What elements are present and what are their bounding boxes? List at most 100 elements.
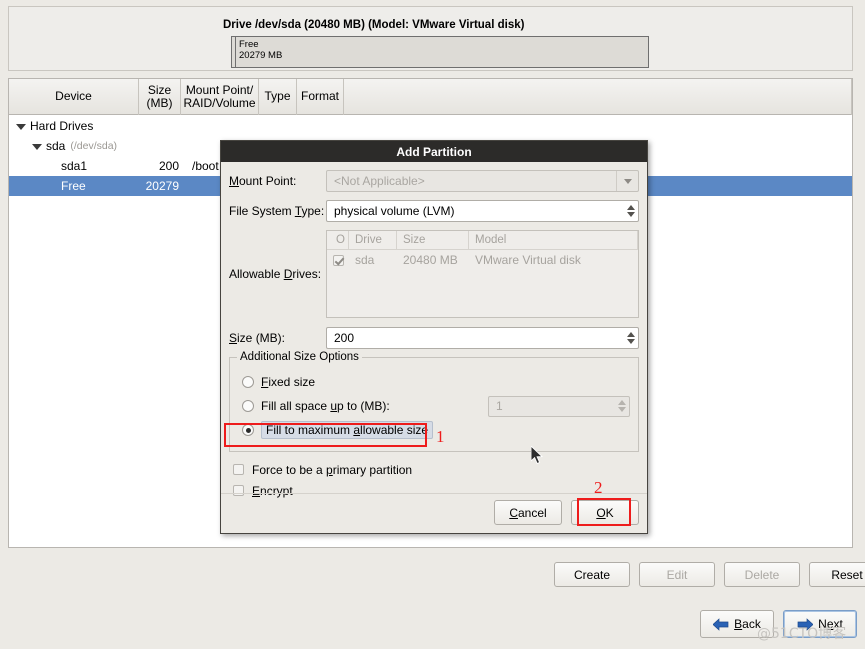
radio-fill-up-to-label: Fill all space up to (MB): — [261, 399, 390, 413]
chevron-down-icon[interactable] — [616, 171, 638, 191]
drives-column-drive[interactable]: Drive — [349, 231, 397, 249]
drives-column-check[interactable]: O — [327, 231, 349, 249]
checkbox-icon[interactable] — [233, 485, 244, 496]
primary-partition-row[interactable]: Force to be a primary partition — [233, 459, 639, 480]
additional-size-options-title: Additional Size Options — [237, 351, 362, 363]
column-header-mount-line2: RAID/Volume — [183, 96, 255, 110]
dialog-title-bar: Add Partition — [221, 141, 647, 162]
drive-partition-bar[interactable]: Free20279 MB — [231, 36, 649, 68]
allowable-drives-row: Allowable Drives: O Drive Size Model sda… — [229, 230, 639, 318]
ok-button[interactable]: OK — [571, 500, 639, 525]
size-label: Size (MB): — [229, 331, 326, 345]
dialog-body: Mount Point: <Not Applicable> File Syste… — [221, 162, 647, 501]
expand-twisty-icon[interactable] — [31, 140, 43, 152]
drives-column-size[interactable]: Size — [397, 231, 469, 249]
cancel-button-label: Cancel — [509, 506, 546, 520]
partition-segment-free[interactable]: Free20279 MB — [239, 39, 282, 61]
column-header-size-line2: (MB) — [147, 96, 173, 110]
create-button[interactable]: Create — [554, 562, 630, 587]
drive-graphic-panel: Drive /dev/sda (20480 MB) (Model: VMware… — [8, 6, 853, 71]
tree-label-hard-drives: Hard Drives — [30, 119, 93, 133]
column-header-filler — [344, 79, 852, 115]
drives-column-model[interactable]: Model — [469, 231, 638, 249]
tree-label-sda1: sda1 — [61, 159, 87, 173]
additional-size-options-group: Additional Size Options Fixed size Fill … — [229, 357, 639, 452]
tree-size-free: 20279 — [139, 179, 187, 193]
encrypt-row[interactable]: Encrypt — [233, 480, 639, 501]
device-table-header: Device Size (MB) Mount Point/ RAID/Volum… — [9, 79, 852, 115]
annotation-number-1: 1 — [436, 427, 445, 447]
radio-row-fixed-size[interactable]: Fixed size — [238, 371, 630, 393]
fs-type-value: physical volume (LVM) — [334, 204, 454, 218]
free-label: Free — [239, 39, 259, 50]
fs-type-combo[interactable]: physical volume (LVM) — [326, 200, 639, 222]
size-row: Size (MB): 200 — [229, 327, 639, 349]
delete-button-label: Delete — [745, 568, 780, 582]
radio-row-fill-up-to[interactable]: Fill all space up to (MB): 1 — [238, 395, 630, 417]
drives-list-header: O Drive Size Model — [327, 231, 638, 250]
ok-button-label: OK — [596, 506, 613, 520]
drive-row-model: VMware Virtual disk — [469, 253, 638, 267]
allowable-drives-list[interactable]: O Drive Size Model sda 20480 MB VMware V… — [326, 230, 639, 318]
mount-point-combo[interactable]: <Not Applicable> — [326, 170, 639, 192]
delete-button[interactable]: Delete — [724, 562, 800, 587]
reset-button-label: Reset — [831, 568, 862, 582]
radio-fixed-size-icon[interactable] — [242, 376, 254, 388]
tree-label-sda: sda — [46, 139, 65, 153]
drive-row-size: 20480 MB — [397, 253, 469, 267]
checkbox-icon[interactable] — [233, 464, 244, 475]
updown-arrows-icon[interactable] — [627, 328, 635, 348]
allowable-drives-label: Allowable Drives: — [229, 267, 326, 281]
updown-arrows-icon[interactable] — [618, 397, 626, 416]
dialog-button-row: Cancel OK — [494, 500, 639, 525]
mount-point-row: Mount Point: <Not Applicable> — [229, 170, 639, 192]
expand-twisty-icon[interactable] — [15, 120, 27, 132]
reset-button[interactable]: Reset — [809, 562, 865, 587]
fill-up-to-spinner[interactable]: 1 — [488, 396, 630, 417]
edit-button-label: Edit — [667, 568, 688, 582]
mouse-cursor-icon — [531, 446, 544, 465]
column-header-format[interactable]: Format — [297, 79, 344, 115]
radio-fill-up-to-icon[interactable] — [242, 400, 254, 412]
drives-list-row[interactable]: sda 20480 MB VMware Virtual disk — [327, 250, 638, 270]
tree-detail-sda: (/dev/sda) — [70, 140, 117, 152]
encrypt-label: Encrypt — [252, 484, 293, 498]
radio-fill-maximum-icon[interactable] — [242, 424, 254, 436]
tree-size-sda1: 200 — [139, 159, 187, 173]
fs-type-label: File System Type: — [229, 204, 326, 218]
column-header-size-line1: Size — [148, 83, 171, 97]
radio-fill-maximum-label: Fill to maximum allowable size — [261, 421, 433, 439]
size-value: 200 — [334, 331, 354, 345]
partition-segment-sda1[interactable] — [232, 37, 236, 67]
mount-point-label: Mount Point: — [229, 174, 326, 188]
radio-row-fill-maximum[interactable]: Fill to maximum allowable size — [238, 419, 630, 441]
checkbox-icon[interactable] — [333, 255, 344, 266]
updown-arrows-icon[interactable] — [627, 201, 635, 221]
free-size: 20279 MB — [239, 50, 282, 61]
column-header-type[interactable]: Type — [259, 79, 297, 115]
column-header-mount-point[interactable]: Mount Point/ RAID/Volume — [181, 79, 259, 115]
drive-row-checkbox-cell[interactable] — [327, 255, 349, 266]
fs-type-row: File System Type: physical volume (LVM) — [229, 200, 639, 222]
annotation-number-2: 2 — [594, 478, 603, 498]
edit-button[interactable]: Edit — [639, 562, 715, 587]
column-header-mount-line1: Mount Point/ — [186, 83, 253, 97]
add-partition-dialog: Add Partition Mount Point: <Not Applicab… — [220, 140, 648, 534]
dialog-separator — [221, 493, 647, 494]
create-button-label: Create — [574, 568, 610, 582]
tree-label-free: Free — [61, 179, 86, 193]
fill-up-to-value: 1 — [496, 399, 503, 413]
column-header-size[interactable]: Size (MB) — [139, 79, 181, 115]
tree-row-hard-drives[interactable]: Hard Drives — [9, 116, 852, 136]
drive-row-name: sda — [349, 253, 397, 267]
primary-partition-label: Force to be a primary partition — [252, 463, 412, 477]
watermark: @51CTO博客 — [757, 623, 846, 643]
dialog-title-text: Add Partition — [396, 145, 471, 159]
cancel-button[interactable]: Cancel — [494, 500, 562, 525]
size-spinner[interactable]: 200 — [326, 327, 639, 349]
radio-fixed-size-label: Fixed size — [261, 375, 315, 389]
mount-point-value: <Not Applicable> — [334, 174, 425, 188]
partition-action-buttons: Create Edit Delete Reset — [554, 562, 865, 587]
arrow-left-icon — [713, 618, 729, 631]
column-header-device[interactable]: Device — [9, 79, 139, 115]
